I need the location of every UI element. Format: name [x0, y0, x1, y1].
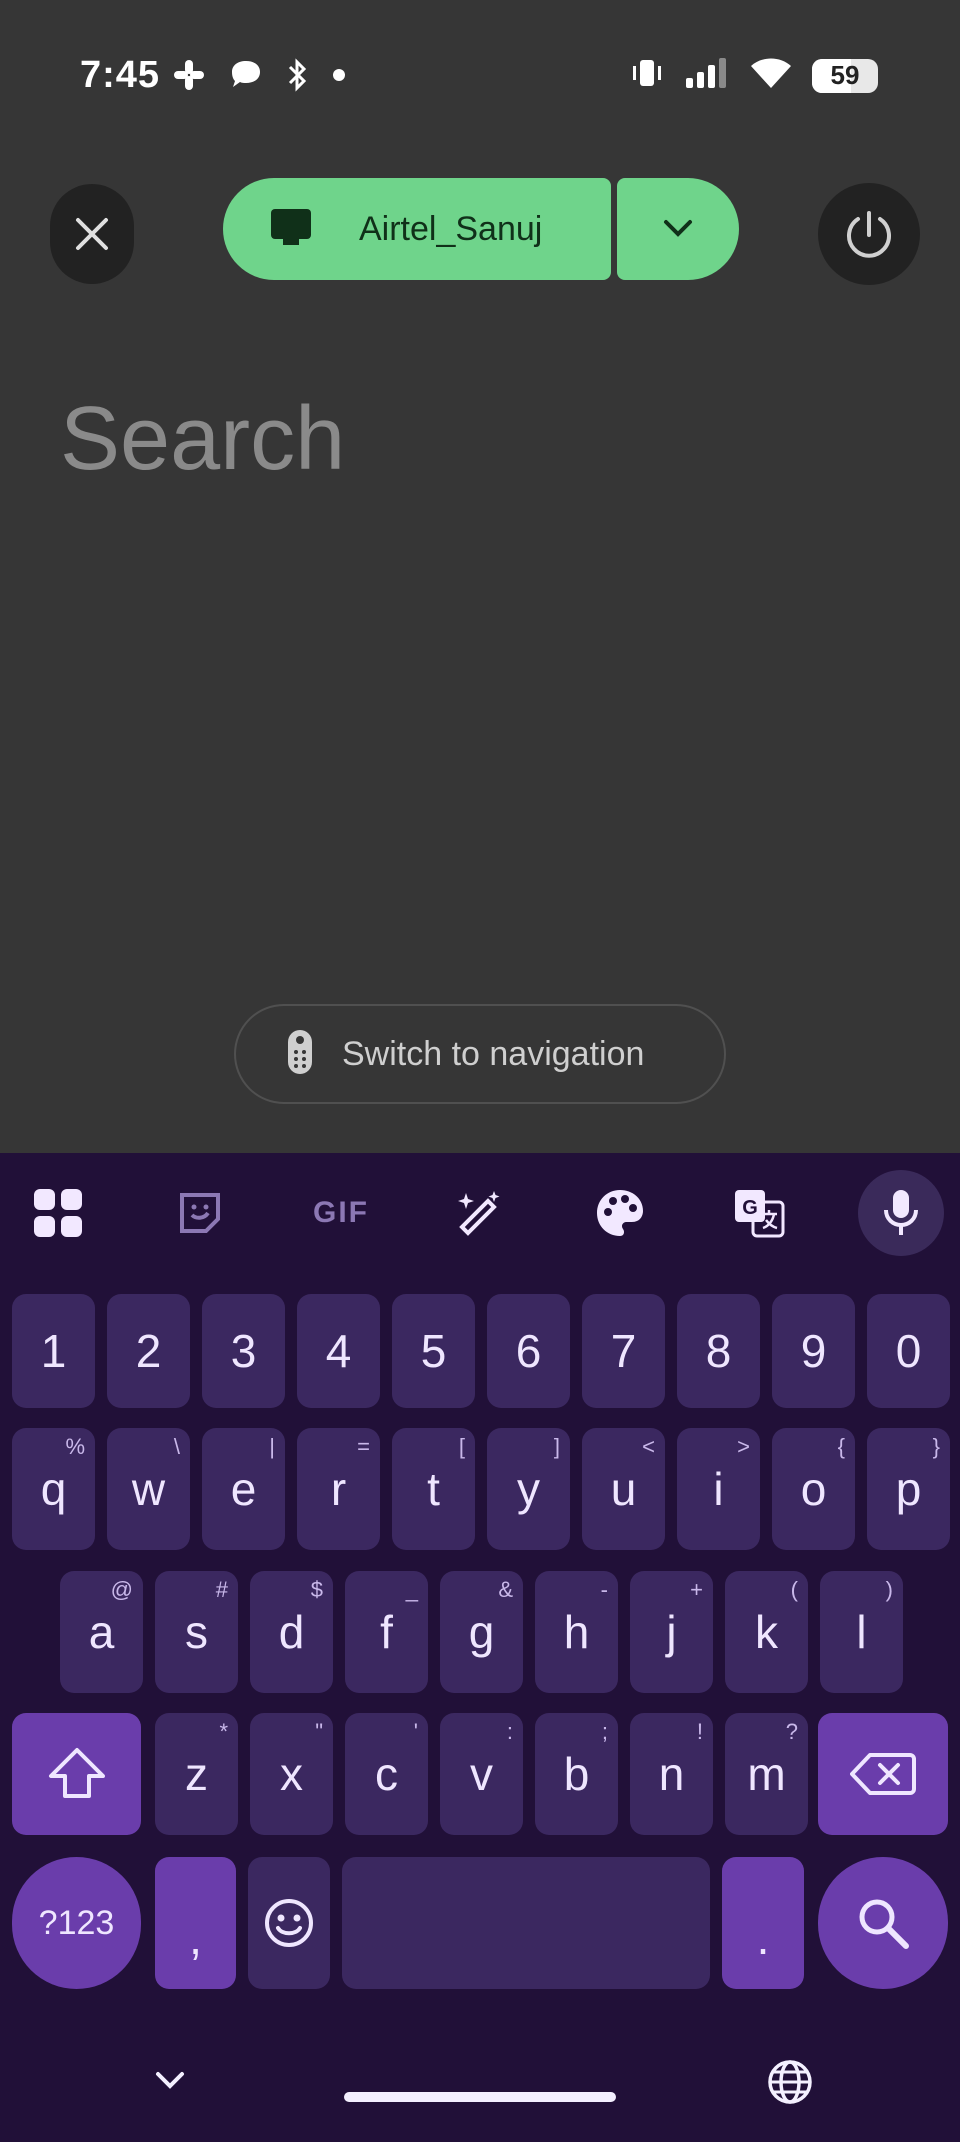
- power-icon: [847, 211, 891, 258]
- switch-nav-label: Switch to navigation: [342, 1034, 645, 1073]
- bluetooth-icon: [286, 58, 310, 97]
- translate-icon[interactable]: G: [728, 1181, 792, 1245]
- status-icons-right: 59: [630, 56, 878, 95]
- search-key[interactable]: [818, 1857, 948, 1989]
- apps-grid-icon[interactable]: [26, 1181, 90, 1245]
- emoji-key[interactable]: [248, 1857, 330, 1989]
- key-k[interactable]: k(: [725, 1571, 808, 1693]
- gif-button[interactable]: GIF: [306, 1181, 376, 1245]
- keyboard: GIF G 1 2 3 4 5 6 7 8 9 0 q% w \ e | r = t[…: [0, 1153, 960, 2142]
- chevron-down-icon: [156, 2072, 184, 2089]
- key-7[interactable]: 7: [582, 1294, 665, 1408]
- key-h[interactable]: h-: [535, 1571, 618, 1693]
- globe-icon: [768, 2060, 812, 2104]
- battery-icon: 59: [812, 58, 878, 93]
- key-t[interactable]: t[: [392, 1428, 475, 1550]
- key-q[interactable]: q%: [12, 1428, 95, 1550]
- chevron-down-icon: [664, 220, 692, 237]
- key-6[interactable]: 6: [487, 1294, 570, 1408]
- device-dropdown-button[interactable]: [617, 178, 739, 280]
- key-1[interactable]: 1: [12, 1294, 95, 1408]
- tv-icon: [269, 207, 313, 252]
- chat-bubble-icon: [228, 58, 264, 97]
- shift-key[interactable]: [12, 1713, 141, 1835]
- status-time: 7:45: [80, 54, 161, 96]
- key-i[interactable]: i >: [677, 1428, 760, 1550]
- gif-label: GIF: [313, 1196, 369, 1229]
- key-e[interactable]: e |: [202, 1428, 285, 1550]
- keyboard-toolbar: GIF G: [0, 1153, 960, 1273]
- svg-text:G: G: [742, 1197, 758, 1219]
- search-input[interactable]: Search: [60, 388, 345, 491]
- emoji-icon: [265, 1899, 313, 1947]
- close-icon: [76, 218, 108, 250]
- close-button[interactable]: [50, 184, 134, 284]
- search-icon: [859, 1899, 909, 1949]
- key-d[interactable]: d $: [250, 1571, 333, 1693]
- palette-icon[interactable]: [588, 1181, 652, 1245]
- key-y[interactable]: y]: [487, 1428, 570, 1550]
- key-p[interactable]: p}: [867, 1428, 950, 1550]
- key-x[interactable]: x ": [250, 1713, 333, 1835]
- mic-button[interactable]: [858, 1170, 944, 1256]
- key-f[interactable]: f _: [345, 1571, 428, 1693]
- key-r[interactable]: r =: [297, 1428, 380, 1550]
- backspace-key[interactable]: [818, 1713, 948, 1835]
- comma-key[interactable]: ,: [155, 1857, 236, 1989]
- key-g[interactable]: g &: [440, 1571, 523, 1693]
- signal-icon: [684, 56, 730, 95]
- power-button[interactable]: [818, 183, 920, 285]
- key-m[interactable]: m?: [725, 1713, 808, 1835]
- key-c[interactable]: c ': [345, 1713, 428, 1835]
- key-s[interactable]: s #: [155, 1571, 238, 1693]
- dot-icon: [332, 68, 346, 87]
- key-5[interactable]: 5: [392, 1294, 475, 1408]
- key-0[interactable]: 0: [867, 1294, 950, 1408]
- symbols-key[interactable]: ?123: [12, 1857, 141, 1989]
- key-v[interactable]: v:: [440, 1713, 523, 1835]
- status-icons-left: [172, 58, 346, 97]
- wifi-icon: [750, 56, 792, 95]
- key-w[interactable]: w \: [107, 1428, 190, 1550]
- sticker-icon[interactable]: [168, 1181, 232, 1245]
- key-n[interactable]: n!: [630, 1713, 713, 1835]
- switch-to-navigation-button[interactable]: Switch to navigation: [234, 1004, 726, 1104]
- key-b[interactable]: b;: [535, 1713, 618, 1835]
- backspace-icon: [850, 1753, 916, 1795]
- shift-icon: [48, 1748, 105, 1798]
- magic-pen-icon[interactable]: [448, 1181, 512, 1245]
- device-name: Airtel_Sanuj: [359, 209, 543, 248]
- key-2[interactable]: 2: [107, 1294, 190, 1408]
- space-key[interactable]: [342, 1857, 710, 1989]
- device-selector-button[interactable]: Airtel_Sanuj: [223, 178, 611, 280]
- key-a[interactable]: a @: [60, 1571, 143, 1693]
- key-8[interactable]: 8: [677, 1294, 760, 1408]
- key-4[interactable]: 4: [297, 1294, 380, 1408]
- key-l[interactable]: l): [820, 1571, 903, 1693]
- key-u[interactable]: u <: [582, 1428, 665, 1550]
- mic-icon: [884, 1190, 918, 1235]
- vibrate-icon: [630, 56, 664, 95]
- slack-icon: [172, 58, 206, 97]
- hide-keyboard-button[interactable]: [150, 2066, 190, 2101]
- key-3[interactable]: 3: [202, 1294, 285, 1408]
- period-key[interactable]: .: [722, 1857, 804, 1989]
- key-z[interactable]: z *: [155, 1713, 238, 1835]
- key-9[interactable]: 9: [772, 1294, 855, 1408]
- home-indicator[interactable]: [344, 2092, 616, 2102]
- key-o[interactable]: o{: [772, 1428, 855, 1550]
- battery-level: 59: [830, 60, 860, 90]
- remote-icon: [286, 1028, 314, 1081]
- language-button[interactable]: [766, 2058, 814, 2111]
- key-j[interactable]: j +: [630, 1571, 713, 1693]
